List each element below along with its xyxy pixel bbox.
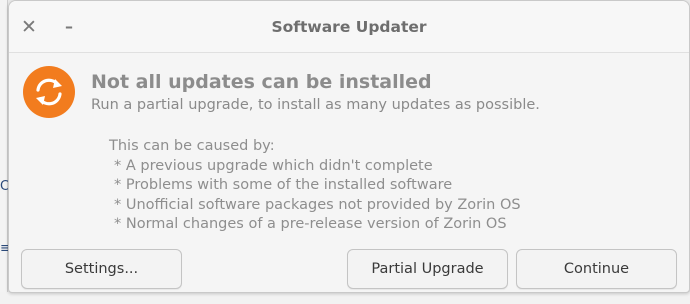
details-item: * Normal changes of a pre-release versio… xyxy=(114,216,507,232)
background-menu-icon: ≡ xyxy=(0,241,11,256)
background-window-edge: C ≡ xyxy=(0,0,11,304)
details-text: This can be caused by: * A previous upgr… xyxy=(109,137,521,235)
dialog-subheading: Run a partial upgrade, to install as man… xyxy=(91,97,540,113)
details-intro: This can be caused by: xyxy=(109,138,275,154)
settings-button[interactable]: Settings... xyxy=(21,249,182,289)
details-item: * Problems with some of the installed so… xyxy=(114,177,453,193)
details-item: * A previous upgrade which didn't comple… xyxy=(114,157,433,174)
window-title: Software Updater xyxy=(271,18,427,36)
dialog-heading: Not all updates can be installed xyxy=(91,71,432,93)
software-updater-dialog: ✕ – Software Updater Not all updates can… xyxy=(8,0,690,293)
continue-button[interactable]: Continue xyxy=(516,249,677,289)
background-window-bottom xyxy=(0,292,690,304)
update-sync-icon xyxy=(22,65,76,119)
titlebar: ✕ – Software Updater xyxy=(9,1,689,53)
background-glyph: C xyxy=(0,179,10,194)
details-item: * Unofficial software packages not provi… xyxy=(114,196,521,213)
partial-upgrade-button[interactable]: Partial Upgrade xyxy=(347,249,508,289)
